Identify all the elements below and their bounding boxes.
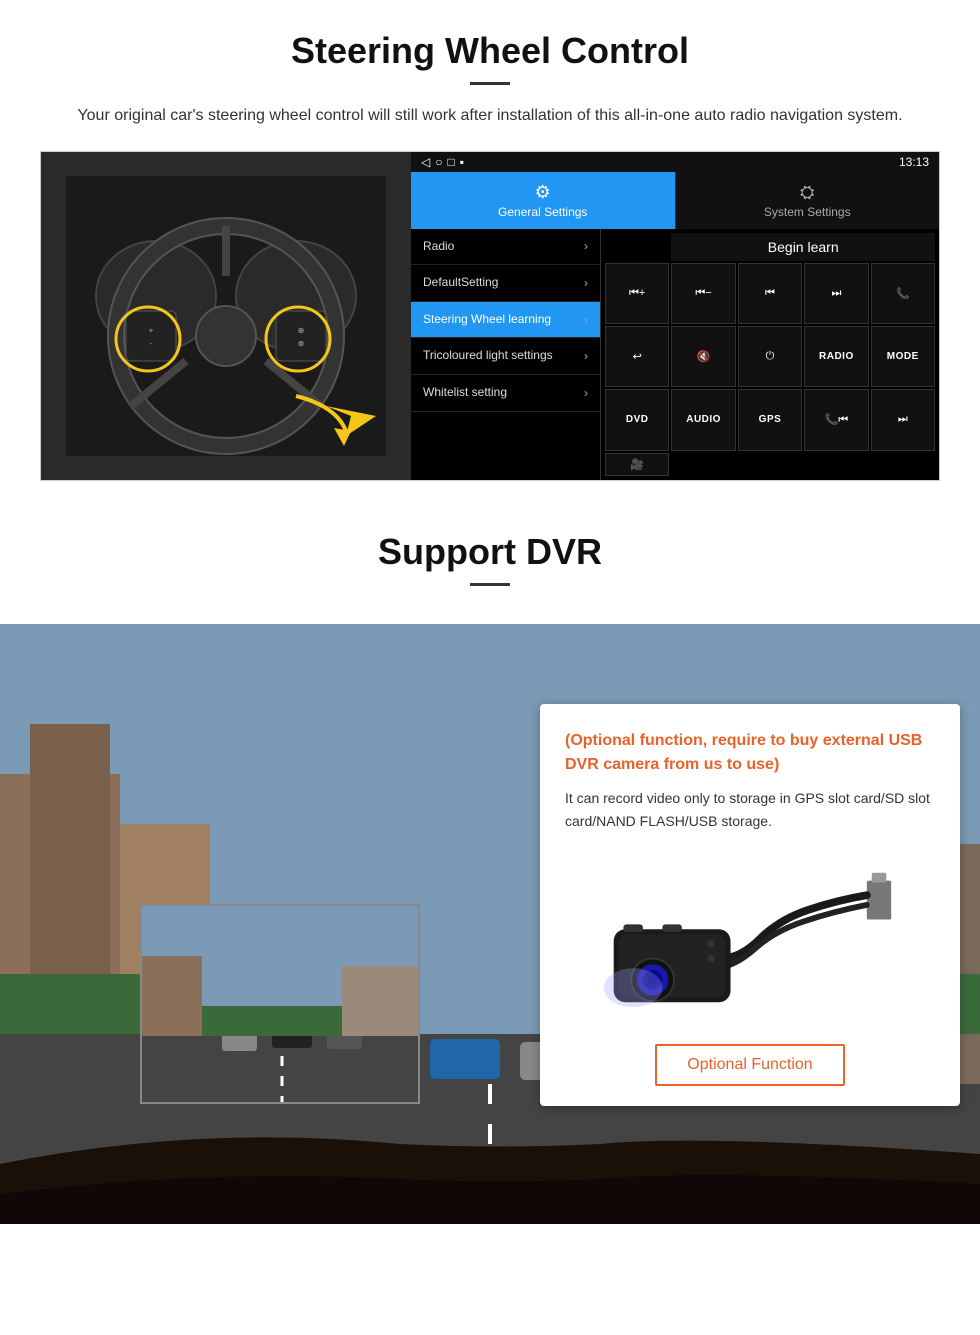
tab-general-settings[interactable]: ⚙ General Settings — [411, 172, 675, 229]
dvr-section: Support DVR — [0, 501, 980, 1224]
next-icon: ⏭ — [831, 287, 841, 300]
mode-label: MODE — [887, 351, 919, 362]
svg-text:⊗: ⊗ — [298, 339, 305, 348]
gps-label: GPS — [759, 414, 782, 425]
menu-item-default[interactable]: DefaultSetting › — [411, 265, 600, 302]
statusbar-nav-icons: ◁ ○ □ ▪ — [421, 155, 464, 169]
tab-system-label: System Settings — [764, 205, 851, 219]
menu-item-radio-label: Radio — [423, 239, 454, 255]
mute-icon: 🔇 — [697, 350, 711, 363]
ctrl-btn-phone-prev[interactable]: 📞⏮ — [804, 389, 868, 450]
settings-menu-list: Radio › DefaultSetting › Steering Wheel … — [411, 229, 601, 480]
android-statusbar: ◁ ○ □ ▪ 13:13 — [411, 152, 939, 172]
tab-general-label: General Settings — [498, 205, 587, 219]
ctrl-btn-power[interactable]: ⏻ — [738, 326, 802, 387]
chevron-right-icon2: › — [584, 276, 588, 290]
begin-learn-label: Begin learn — [768, 239, 839, 255]
phone-prev-icon: 📞⏮ — [825, 413, 849, 427]
gear-icon: ⚙ — [416, 182, 670, 203]
camera-icon: 🎥 — [630, 458, 644, 471]
android-ui-panel: ◁ ○ □ ▪ 13:13 ⚙ General Settings ⛭ Syste… — [411, 152, 939, 480]
statusbar-time: 13:13 — [899, 155, 929, 169]
dvr-background-scene: (Optional function, require to buy exter… — [0, 624, 980, 1224]
menu-item-steering[interactable]: Steering Wheel learning › — [411, 302, 600, 339]
ctrl-btn-audio[interactable]: AUDIO — [671, 389, 735, 450]
vol-up-icon: ⏮+ — [629, 287, 645, 300]
ctrl-btn-vol-down[interactable]: ⏮− — [671, 263, 735, 324]
prev-icon: ⏮ — [765, 287, 775, 300]
section1-title: Steering Wheel Control — [40, 30, 940, 72]
ctrl-btn-vol-up[interactable]: ⏮+ — [605, 263, 669, 324]
dvr-camera-inset — [140, 904, 420, 1104]
power-icon: ⏻ — [766, 350, 775, 363]
chevron-right-icon: › — [584, 239, 588, 253]
ctrl-btn-phone[interactable]: 📞 — [871, 263, 935, 324]
back-icon: ◁ — [421, 155, 430, 169]
control-button-grid: Begin learn ⏮+ ⏮− ⏮ ⏭ 📞 ↩ 🔇 ⏻ RADIO MODE — [601, 229, 939, 480]
section2-title: Support DVR — [40, 531, 940, 573]
grid-empty-cell — [605, 233, 669, 261]
ctrl-btn-dvd[interactable]: DVD — [605, 389, 669, 450]
ctrl-btn-next2[interactable]: ⏭ — [871, 389, 935, 450]
dvr-camera-svg — [565, 859, 935, 1019]
dvr-header: Support DVR — [0, 501, 980, 624]
menu-item-radio[interactable]: Radio › — [411, 229, 600, 266]
svg-text:⊕: ⊕ — [298, 326, 305, 335]
ctrl-btn-next[interactable]: ⏭ — [804, 263, 868, 324]
section1-divider — [470, 82, 510, 85]
steering-container: + - ⊕ ⊗ ◁ ○ — [40, 151, 940, 481]
menu-item-whitelist-label: Whitelist setting — [423, 385, 507, 401]
vol-down-icon: ⏮− — [695, 287, 711, 300]
phone-icon: 📞 — [896, 287, 910, 300]
menu-buttons-area: Radio › DefaultSetting › Steering Wheel … — [411, 229, 939, 480]
chevron-right-icon5: › — [584, 386, 588, 400]
system-icon: ⛭ — [681, 182, 935, 203]
menu-item-tricolour-label: Tricoloured light settings — [423, 348, 553, 364]
dvd-label: DVD — [626, 414, 649, 425]
dvr-info-card: (Optional function, require to buy exter… — [540, 704, 960, 1107]
hangup-icon: ↩ — [633, 350, 642, 363]
radio-label: RADIO — [819, 351, 854, 362]
ctrl-btn-prev[interactable]: ⏮ — [738, 263, 802, 324]
menu-item-default-label: DefaultSetting — [423, 275, 498, 291]
recents-icon: □ — [447, 155, 454, 169]
optional-function-button[interactable]: Optional Function — [655, 1044, 844, 1086]
menu-item-whitelist[interactable]: Whitelist setting › — [411, 375, 600, 412]
ctrl-btn-gps[interactable]: GPS — [738, 389, 802, 450]
dvr-product-image — [565, 849, 935, 1029]
chevron-right-icon3: › — [584, 313, 588, 327]
steering-wheel-image: + - ⊕ ⊗ — [41, 152, 411, 480]
settings-tabs: ⚙ General Settings ⛭ System Settings — [411, 172, 939, 229]
ctrl-btn-camera[interactable]: 🎥 — [605, 453, 669, 476]
svg-text:-: - — [150, 339, 153, 348]
info-optional-text: (Optional function, require to buy exter… — [565, 729, 935, 777]
ctrl-btn-radio[interactable]: RADIO — [804, 326, 868, 387]
menu-icon: ▪ — [460, 155, 464, 169]
ctrl-btn-back[interactable]: ↩ — [605, 326, 669, 387]
audio-label: AUDIO — [686, 414, 721, 425]
tab-system-settings[interactable]: ⛭ System Settings — [675, 172, 940, 229]
section2-divider — [470, 583, 510, 586]
steering-wheel-svg: + - ⊕ ⊗ — [66, 176, 386, 456]
chevron-right-icon4: › — [584, 349, 588, 363]
menu-item-tricolour[interactable]: Tricoloured light settings › — [411, 338, 600, 375]
ctrl-btn-mode[interactable]: MODE — [871, 326, 935, 387]
ctrl-btn-mute[interactable]: 🔇 — [671, 326, 735, 387]
begin-learn-area: Begin learn — [671, 233, 935, 261]
home-icon: ○ — [435, 155, 442, 169]
next2-icon: ⏭ — [898, 413, 908, 426]
steering-section: Steering Wheel Control Your original car… — [0, 0, 980, 501]
svg-text:+: + — [149, 326, 154, 335]
dvr-inset-svg — [142, 906, 420, 1104]
section1-description: Your original car's steering wheel contr… — [60, 103, 920, 129]
menu-item-steering-label: Steering Wheel learning — [423, 312, 551, 328]
info-description-text: It can record video only to storage in G… — [565, 787, 935, 835]
